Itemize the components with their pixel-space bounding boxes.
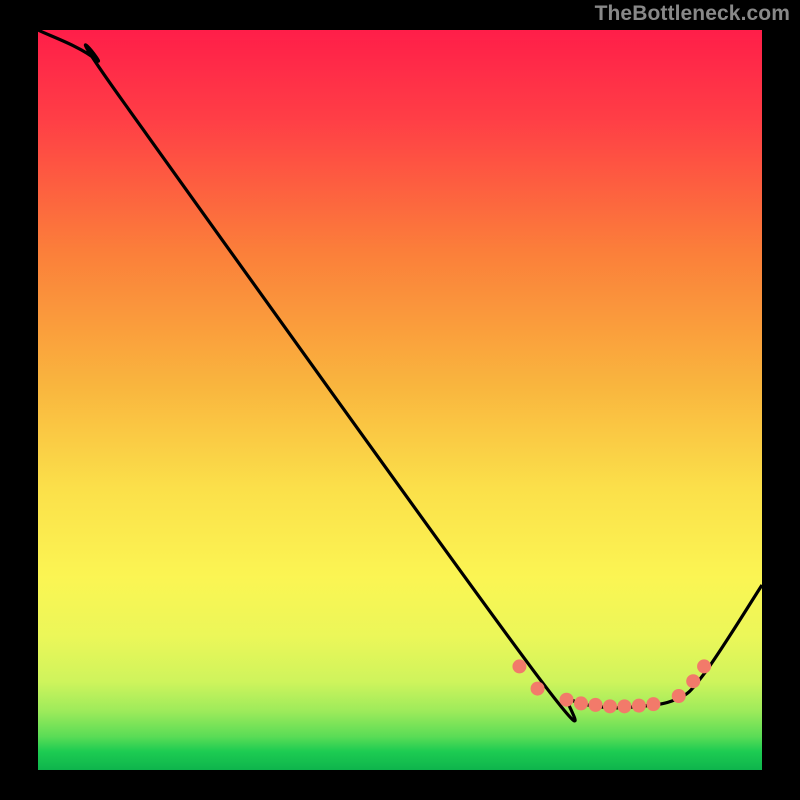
marker-dot	[560, 693, 574, 707]
marker-dot	[531, 682, 545, 696]
marker-dot	[574, 696, 588, 710]
marker-dot	[588, 698, 602, 712]
watermark: TheBottleneck.com	[595, 2, 790, 26]
marker-dot	[672, 689, 686, 703]
marker-dot	[697, 659, 711, 673]
marker-dot	[686, 674, 700, 688]
marker-dot	[603, 699, 617, 713]
marker-dot	[632, 699, 646, 713]
marker-dot	[617, 699, 631, 713]
marker-dot	[646, 697, 660, 711]
marker-dot	[512, 659, 526, 673]
gradient-plot-area	[38, 30, 762, 770]
bottleneck-chart	[0, 0, 800, 800]
chart-container: { "watermark": "TheBottleneck.com", "col…	[0, 0, 800, 800]
